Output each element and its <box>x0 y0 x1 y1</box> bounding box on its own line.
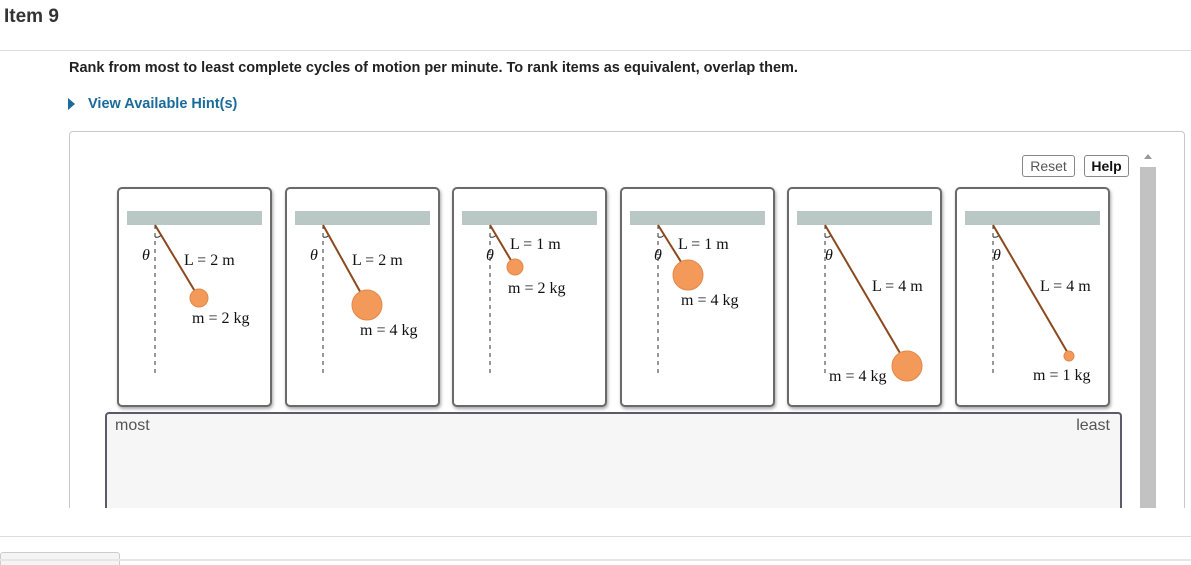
mass-label: m = 4 kg <box>360 322 417 339</box>
ranking-drop-zone[interactable]: most least <box>105 412 1122 508</box>
scroll-up-arrow-icon[interactable] <box>1144 154 1152 159</box>
ceiling <box>797 211 932 225</box>
pendulum-figure: θ L = 4 m m = 1 kg <box>965 211 1100 384</box>
ranking-item-card[interactable]: θ L = 2 m m = 2 kg <box>117 187 272 407</box>
expand-triangle-icon <box>68 98 75 110</box>
ranking-item-card[interactable]: θ L = 1 m m = 4 kg <box>620 187 775 407</box>
length-label: L = 4 m <box>872 278 923 295</box>
scroll-thumb[interactable] <box>1140 167 1156 508</box>
pendulum-bob <box>351 289 383 321</box>
angle-label: θ <box>142 247 150 264</box>
least-label: least <box>1076 417 1110 434</box>
ceiling <box>965 211 1100 225</box>
divider-top <box>0 50 1191 51</box>
angle-label: θ <box>654 247 662 264</box>
angle-label: θ <box>825 247 833 264</box>
reset-button[interactable]: Reset <box>1022 155 1075 177</box>
most-label: most <box>115 417 150 434</box>
pendulum-figure: θ L = 2 m m = 2 kg <box>127 211 262 377</box>
angle-label: θ <box>486 247 494 264</box>
ranking-item-card[interactable]: θ L = 4 m m = 1 kg <box>955 187 1110 407</box>
mass-label: m = 2 kg <box>508 280 565 297</box>
pendulum-string <box>824 224 908 366</box>
pendulum-bob <box>506 258 524 276</box>
scrollbar[interactable] <box>1140 152 1156 508</box>
question-prompt: Rank from most to least complete cycles … <box>69 60 798 76</box>
angle-arc <box>657 234 665 238</box>
ranking-item-card[interactable]: θ L = 4 m m = 4 kg <box>787 187 942 407</box>
angle-label: θ <box>993 247 1001 264</box>
pendulum-figure: θ L = 1 m m = 4 kg <box>630 211 765 377</box>
ranking-item-card[interactable]: θ L = 1 m m = 2 kg <box>452 187 607 407</box>
ceiling <box>127 211 262 225</box>
item-title: Item 9 <box>4 6 59 27</box>
ranking-item-card[interactable]: θ L = 2 m m = 4 kg <box>285 187 440 407</box>
ceiling <box>295 211 430 225</box>
length-label: L = 2 m <box>184 252 235 269</box>
pendulum-bob <box>891 350 923 382</box>
pendulum-bob <box>189 288 209 308</box>
ceiling <box>630 211 765 225</box>
length-label: L = 1 m <box>510 236 561 253</box>
ceiling <box>462 211 597 225</box>
pendulum-bob <box>672 259 704 291</box>
angle-label: θ <box>310 247 318 264</box>
ranking-widget: Reset Help θ L = 2 m m = 2 kg θ L = 2 m … <box>69 131 1185 508</box>
divider-bottom <box>0 536 1191 537</box>
length-label: L = 2 m <box>352 252 403 269</box>
mass-label: m = 4 kg <box>829 368 886 385</box>
view-hints-label: View Available Hint(s) <box>88 96 238 112</box>
mass-label: m = 1 kg <box>1033 367 1090 384</box>
pendulum-figure: θ L = 4 m m = 4 kg <box>797 211 932 385</box>
mass-label: m = 2 kg <box>192 310 249 327</box>
pendulum-figure: θ L = 1 m m = 2 kg <box>462 211 597 377</box>
length-label: L = 1 m <box>678 236 729 253</box>
bottom-bar <box>0 559 1191 561</box>
view-hints-link[interactable]: View Available Hint(s) <box>68 96 237 112</box>
length-label: L = 4 m <box>1040 278 1091 295</box>
help-button[interactable]: Help <box>1084 155 1129 177</box>
pendulum-figure: θ L = 2 m m = 4 kg <box>295 211 430 377</box>
mass-label: m = 4 kg <box>681 292 738 309</box>
pendulum-bob <box>1063 350 1075 362</box>
